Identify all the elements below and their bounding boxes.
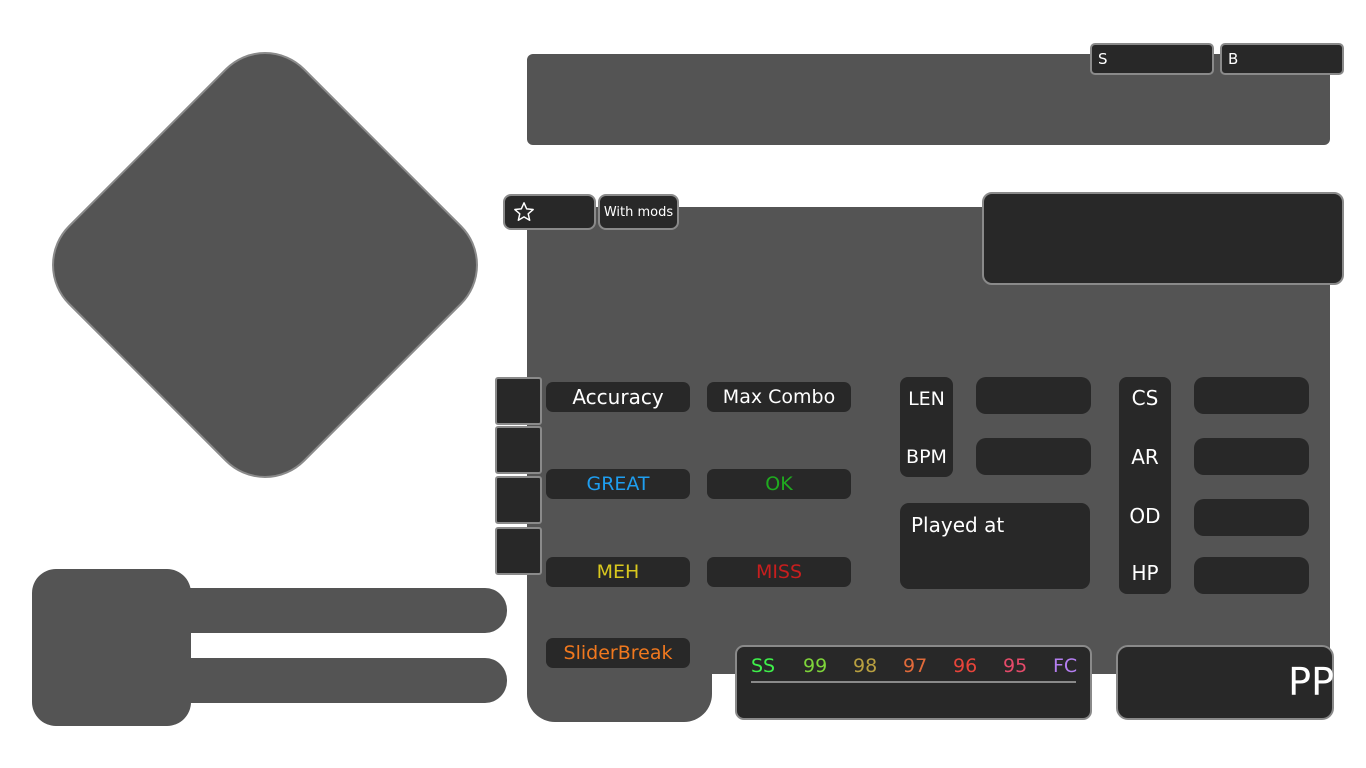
mod-slot-1[interactable] [495, 377, 542, 425]
hp-label: HP [1131, 561, 1159, 585]
score-info-box [982, 192, 1344, 285]
acc-label-fc: FC [1053, 655, 1078, 677]
ar-value [1194, 438, 1309, 475]
beatmap-cover-art [28, 28, 502, 502]
mod-slot-4[interactable] [495, 527, 542, 575]
rank-tab-b-label: B [1228, 50, 1239, 68]
rank-tab-s[interactable]: S [1090, 43, 1214, 75]
mod-slot-3[interactable] [495, 476, 542, 524]
meh-label: MEH [546, 557, 690, 587]
great-label: GREAT [546, 469, 690, 499]
rank-tab-s-label: S [1098, 50, 1108, 68]
od-label: OD [1129, 504, 1161, 528]
ok-label: OK [707, 469, 851, 499]
length-value [976, 377, 1091, 414]
length-label: LEN [908, 388, 945, 410]
max-combo-label: Max Combo [707, 382, 851, 412]
pp-label: PP [1288, 660, 1334, 704]
acc-divider [751, 681, 1076, 683]
favorite-button[interactable] [503, 194, 596, 230]
score-panel-extension [527, 620, 712, 722]
od-value [1194, 499, 1309, 536]
miss-label: MISS [707, 557, 851, 587]
bpm-value [976, 438, 1091, 475]
hp-value [1194, 557, 1309, 594]
star-outline-icon [514, 202, 534, 221]
acc-label-98: 98 [853, 655, 878, 677]
rank-tab-b[interactable]: B [1220, 43, 1344, 75]
slider-break-label: SliderBreak [546, 638, 690, 668]
cs-label: CS [1131, 386, 1159, 410]
player-bar-top [150, 588, 507, 633]
mod-slot-2[interactable] [495, 426, 542, 474]
acc-label-99: 99 [803, 655, 828, 677]
cs-value [1194, 377, 1309, 414]
ar-label: AR [1131, 445, 1159, 469]
acc-label-ss: SS [751, 655, 776, 677]
played-at-box: Played at [900, 503, 1090, 589]
player-avatar-block [32, 569, 191, 726]
played-at-label: Played at [911, 513, 1005, 537]
acc-label-95: 95 [1003, 655, 1028, 677]
player-bar-bottom [150, 658, 507, 703]
acc-label-97: 97 [903, 655, 928, 677]
with-mods-button[interactable]: With mods [598, 194, 679, 230]
accuracy-label: Accuracy [546, 382, 690, 412]
with-mods-label: With mods [603, 204, 674, 220]
acc-label-96: 96 [953, 655, 978, 677]
bpm-label: BPM [906, 446, 947, 468]
